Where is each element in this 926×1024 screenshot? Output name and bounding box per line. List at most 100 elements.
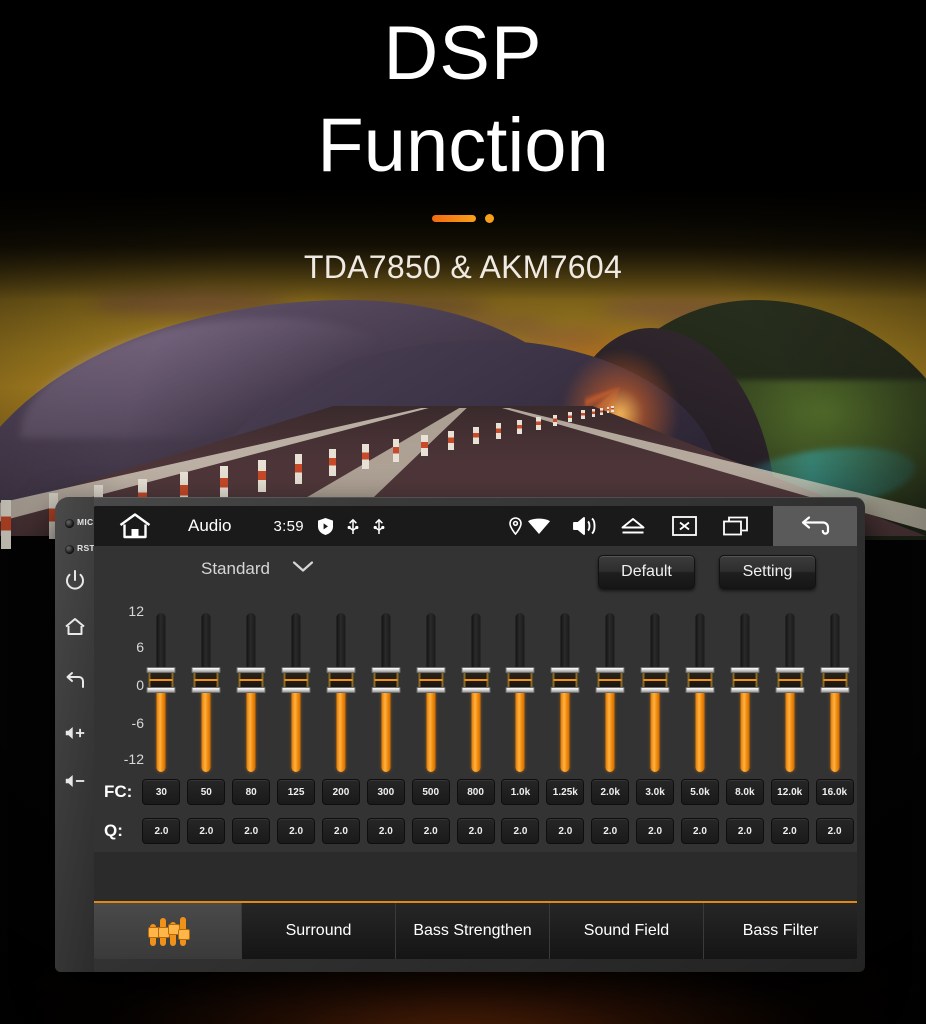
slider-thumb[interactable] [550, 667, 580, 693]
fc-value[interactable]: 8.0k [725, 779, 764, 805]
q-value[interactable]: 2.0 [232, 818, 271, 844]
power-icon[interactable] [63, 568, 87, 592]
q-value[interactable]: 2.0 [366, 818, 405, 844]
multi-window-icon[interactable] [723, 516, 749, 536]
q-value[interactable]: 2.0 [321, 818, 360, 844]
eq-slider[interactable] [588, 605, 633, 785]
fc-value[interactable]: 12.0k [770, 779, 809, 805]
slider-thumb[interactable] [685, 667, 715, 693]
setting-button[interactable]: Setting [719, 555, 816, 589]
eject-icon[interactable] [620, 517, 646, 535]
q-value[interactable]: 2.0 [142, 818, 181, 844]
fc-value[interactable]: 500 [411, 779, 450, 805]
eq-slider[interactable] [767, 605, 812, 785]
q-value[interactable]: 2.0 [546, 818, 585, 844]
slider-thumb[interactable] [730, 667, 760, 693]
shield-icon [317, 517, 333, 535]
eq-slider[interactable] [139, 605, 184, 785]
slider-track-lower [426, 689, 436, 772]
fc-value[interactable]: 200 [321, 779, 360, 805]
eq-slider[interactable] [722, 605, 767, 785]
tab-label: Sound Field [583, 922, 670, 939]
slider-thumb[interactable] [775, 667, 805, 693]
eq-slider[interactable] [274, 605, 319, 785]
tab-surround[interactable]: Surround [242, 903, 396, 959]
slider-thumb[interactable] [281, 667, 311, 693]
q-value[interactable]: 2.0 [456, 818, 495, 844]
back-icon[interactable] [63, 669, 87, 693]
q-value[interactable]: 2.0 [277, 818, 316, 844]
divider-dot [485, 214, 494, 223]
usb-icon [347, 517, 359, 535]
q-value[interactable]: 2.0 [501, 818, 540, 844]
slider-thumb[interactable] [191, 667, 221, 693]
slider-thumb[interactable] [326, 667, 356, 693]
fc-value[interactable]: 1.0k [501, 779, 540, 805]
q-value[interactable]: 2.0 [187, 818, 226, 844]
speaker-icon[interactable] [572, 515, 598, 537]
eq-slider[interactable] [812, 605, 857, 785]
slider-thumb[interactable] [820, 667, 850, 693]
tab-bass-filter[interactable]: Bass Filter [704, 903, 857, 959]
volume-up-icon[interactable] [63, 721, 87, 745]
equalizer-panel: 12 6 0 -6 -12 FC: 30 50 80 125 200 300 500 800 1.0k 1… [94, 599, 857, 852]
close-box-icon[interactable] [672, 516, 697, 536]
fc-value[interactable]: 300 [366, 779, 405, 805]
tab-bass-strengthen[interactable]: Bass Strengthen [396, 903, 550, 959]
fc-value[interactable]: 80 [232, 779, 271, 805]
home-icon[interactable] [118, 512, 152, 540]
q-value[interactable]: 2.0 [725, 818, 764, 844]
fc-value[interactable]: 5.0k [680, 779, 719, 805]
eq-slider[interactable] [543, 605, 588, 785]
slider-track-lower [471, 689, 481, 772]
location-pin-icon[interactable] [509, 517, 522, 535]
device-screen: Audio 3:59 Standard Default Setting 12 6… [94, 506, 857, 959]
preset-dropdown[interactable]: Standard [201, 559, 314, 579]
fc-value[interactable]: 50 [187, 779, 226, 805]
eq-slider[interactable] [678, 605, 723, 785]
axis-label: -12 [123, 751, 144, 767]
slider-thumb[interactable] [505, 667, 535, 693]
slider-thumb[interactable] [595, 667, 625, 693]
slider-track-lower [515, 689, 525, 772]
default-button[interactable]: Default [598, 555, 695, 589]
tab-sound-field[interactable]: Sound Field [550, 903, 704, 959]
q-value[interactable]: 2.0 [636, 818, 675, 844]
slider-thumb[interactable] [416, 667, 446, 693]
slider-thumb[interactable] [640, 667, 670, 693]
eq-slider[interactable] [319, 605, 364, 785]
fc-value[interactable]: 2.0k [591, 779, 630, 805]
eq-slider[interactable] [498, 605, 543, 785]
fc-value[interactable]: 125 [277, 779, 316, 805]
fc-value[interactable]: 800 [456, 779, 495, 805]
volume-down-icon[interactable] [63, 769, 87, 793]
home-icon[interactable] [63, 615, 87, 639]
slider-thumb[interactable] [236, 667, 266, 693]
slider-track-lower [605, 689, 615, 772]
eq-slider[interactable] [363, 605, 408, 785]
q-value[interactable]: 2.0 [770, 818, 809, 844]
back-button[interactable] [773, 506, 857, 546]
wifi-icon[interactable] [528, 518, 550, 535]
eq-slider[interactable] [184, 605, 229, 785]
axis-label: -6 [131, 715, 144, 731]
fc-value[interactable]: 16.0k [815, 779, 854, 805]
q-value[interactable]: 2.0 [815, 818, 854, 844]
slider-thumb[interactable] [371, 667, 401, 693]
fc-value[interactable]: 30 [142, 779, 181, 805]
clock: 3:59 [273, 517, 304, 535]
rst-pinhole[interactable] [65, 545, 74, 554]
eq-slider[interactable] [633, 605, 678, 785]
fc-value[interactable]: 3.0k [636, 779, 675, 805]
q-value[interactable]: 2.0 [680, 818, 719, 844]
screen-title: Audio [188, 516, 232, 535]
eq-slider[interactable] [408, 605, 453, 785]
q-value[interactable]: 2.0 [591, 818, 630, 844]
eq-slider[interactable] [453, 605, 498, 785]
slider-thumb[interactable] [461, 667, 491, 693]
q-value[interactable]: 2.0 [411, 818, 450, 844]
tab-equalizer[interactable] [94, 903, 242, 959]
slider-thumb[interactable] [146, 667, 176, 693]
eq-slider[interactable] [229, 605, 274, 785]
fc-value[interactable]: 1.25k [546, 779, 585, 805]
